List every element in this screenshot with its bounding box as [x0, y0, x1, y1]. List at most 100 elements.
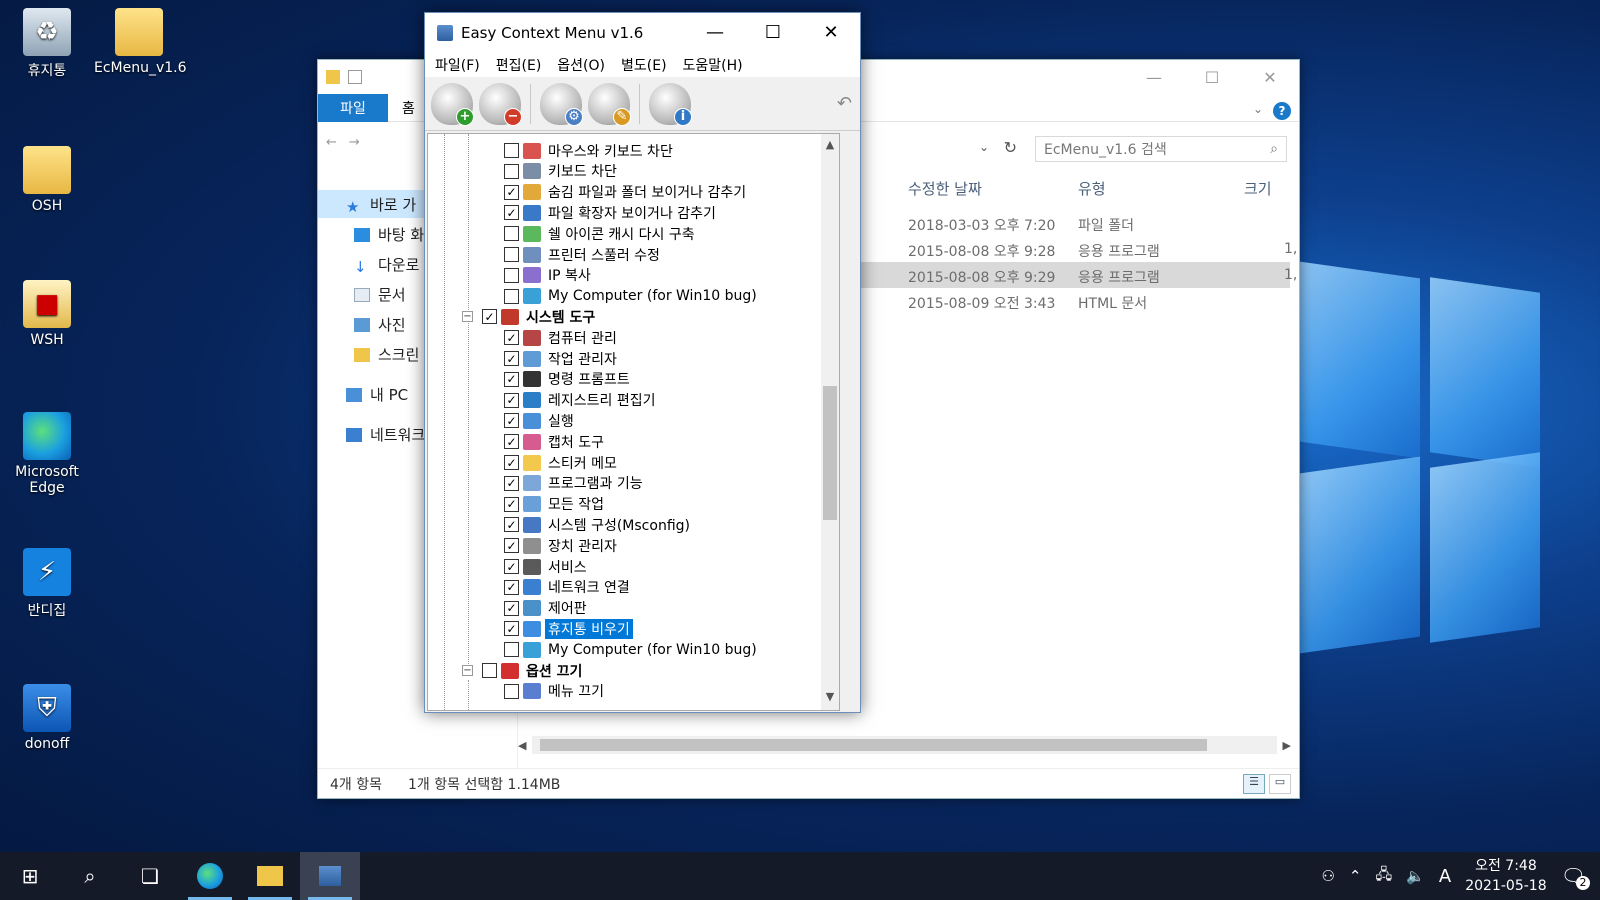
item-checkbox[interactable] [504, 267, 519, 283]
tree-item[interactable]: ✓ 네트워크 연결 [504, 577, 633, 598]
nav-item-quick-access[interactable]: ★ 바로 가 [346, 194, 416, 216]
item-checkbox[interactable] [504, 642, 519, 658]
tree-item[interactable]: ✓ 프로그램과 기능 [504, 473, 646, 494]
network-icon[interactable]: 🖧 [1375, 864, 1392, 889]
close-button[interactable]: ✕ [802, 13, 860, 51]
ecm-titlebar[interactable]: Easy Context Menu v1.6 — ☐ ✕ [425, 13, 860, 53]
item-checkbox[interactable]: ✓ [504, 434, 519, 450]
item-checkbox[interactable]: ✓ [504, 579, 519, 595]
tab-home[interactable]: 홈 [388, 98, 415, 118]
desktop-icon-edge[interactable]: Microsoft Edge [2, 412, 92, 496]
vertical-scrollbar[interactable]: ▲ ▼ [821, 134, 839, 710]
scroll-down-icon[interactable]: ▼ [821, 690, 839, 706]
tree-item[interactable]: My Computer (for Win10 bug) [504, 286, 760, 307]
item-checkbox[interactable] [504, 288, 519, 304]
ime-indicator[interactable]: A [1439, 866, 1451, 887]
maximize-button[interactable]: ☐ [1183, 60, 1241, 94]
maximize-button[interactable]: ☐ [744, 13, 802, 51]
item-checkbox[interactable]: ✓ [504, 455, 519, 470]
undo-icon[interactable]: ↶ [837, 93, 852, 114]
item-checkbox[interactable] [504, 247, 519, 262]
taskbar-edge[interactable] [180, 852, 240, 900]
nav-item-this-pc[interactable]: 내 PC [346, 384, 408, 405]
search-button[interactable]: ⌕ [60, 852, 120, 900]
chevron-down-icon[interactable]: ⌄ [1253, 102, 1263, 116]
start-button[interactable]: ⊞ [0, 852, 60, 900]
tree-item[interactable]: ✓ 파일 확장자 보이거나 감추기 [504, 202, 719, 223]
column-header-size[interactable]: 크기 [1244, 178, 1272, 199]
file-row[interactable]: 2015-08-08 오후 9:28 응용 프로그램 1, [858, 236, 1300, 262]
menu-extra[interactable]: 별도(E) [621, 55, 667, 75]
collapse-toggle[interactable]: − [462, 665, 473, 676]
remove-item-button[interactable]: − [479, 82, 522, 126]
item-checkbox[interactable]: ✓ [504, 184, 519, 200]
item-checkbox[interactable]: ✓ [504, 371, 519, 387]
desktop-icon-wsh[interactable]: ■ WSH [2, 280, 92, 348]
clock[interactable]: 오전 7:48 2021-05-18 [1465, 856, 1546, 896]
taskbar-easy-context-menu[interactable] [300, 852, 360, 900]
file-row[interactable]: 2015-08-09 오전 3:43 HTML 문서 [858, 288, 1300, 314]
item-checkbox[interactable] [504, 226, 519, 242]
back-arrow-icon[interactable]: ← [326, 135, 337, 150]
item-checkbox[interactable]: ✓ [482, 309, 497, 325]
tree-item[interactable]: 마우스와 키보드 차단 [504, 140, 676, 161]
desktop-icon-recycle-bin[interactable]: ♻ 휴지통 [2, 8, 92, 80]
tree-item[interactable]: ✓ 명령 프롬프트 [504, 369, 633, 390]
tree-item[interactable]: ✓ 모든 작업 [504, 494, 607, 515]
tree-item[interactable]: ✓ 숨김 파일과 폴더 보이거나 감추기 [504, 182, 749, 203]
item-checkbox[interactable]: ✓ [504, 351, 519, 366]
settings-button[interactable]: ⚙ [540, 82, 583, 126]
tree-item[interactable]: ✓ 스티커 메모 [504, 452, 620, 473]
menu-options[interactable]: 옵션(O) [557, 55, 605, 75]
item-checkbox[interactable]: ✓ [504, 413, 519, 429]
nav-item-downloads[interactable]: ↓ 다운로 [354, 254, 419, 276]
nav-item-documents[interactable]: 문서 [354, 284, 406, 305]
scroll-left-icon[interactable]: ◀ [518, 739, 526, 752]
about-button[interactable]: i [649, 82, 692, 126]
tab-file[interactable]: 파일 [318, 93, 388, 122]
notification-center-button[interactable]: 🗨 2 [1561, 864, 1590, 890]
add-item-button[interactable]: + [431, 82, 474, 126]
horizontal-scrollbar[interactable]: ◀ ▶ [518, 736, 1291, 754]
search-input[interactable]: EcMenu_v1.6 검색 ⌕ [1035, 136, 1287, 162]
item-checkbox[interactable]: ✓ [504, 559, 519, 574]
minimize-button[interactable]: — [686, 13, 744, 51]
item-checkbox[interactable]: ✓ [504, 538, 519, 554]
scroll-up-icon[interactable]: ▲ [821, 138, 839, 154]
task-view-button[interactable]: ❏ [120, 852, 180, 900]
tree-item[interactable]: ✓ 휴지통 비우기 [504, 617, 634, 640]
item-checkbox[interactable]: ✓ [504, 621, 519, 637]
item-checkbox[interactable]: ✓ [504, 392, 519, 408]
easy-context-menu-window[interactable]: Easy Context Menu v1.6 — ☐ ✕ 파일(F) 편집(E)… [424, 12, 861, 713]
large-icons-view-icon[interactable]: ▭ [1269, 774, 1291, 794]
tree-item[interactable]: 프린터 스풀러 수정 [504, 244, 663, 265]
column-header-type[interactable]: 유형 [1078, 178, 1106, 199]
tree-item[interactable]: ✓ 작업 관리자 [504, 348, 620, 369]
tree-item[interactable]: ✓ 컴퓨터 관리 [504, 327, 620, 348]
desktop-icon-bandizip[interactable]: ⚡ 반디집 [2, 548, 92, 620]
tree-item[interactable]: ✓ 레지스트리 편집기 [504, 390, 659, 411]
menu-edit[interactable]: 편집(E) [496, 55, 542, 75]
item-checkbox[interactable]: ✓ [504, 330, 519, 346]
tree-item[interactable]: ✓ 실행 [504, 410, 577, 431]
nav-item-desktop[interactable]: 바탕 화 [354, 224, 424, 245]
tree-item[interactable]: 메뉴 끄기 [504, 681, 607, 702]
menu-items-tree[interactable]: ▲ ▼ 마우스와 키보드 차단 키보드 차단 ✓ 숨김 파일과 폴더 보이거나 감추기… [427, 133, 840, 711]
item-checkbox[interactable] [504, 683, 519, 699]
desktop-icon-ecmenu-folder[interactable]: EcMenu_v1.6 [94, 8, 187, 76]
scroll-thumb[interactable] [540, 739, 1207, 751]
close-button[interactable]: ✕ [1241, 60, 1299, 94]
volume-icon[interactable]: 🔈 [1406, 867, 1425, 885]
file-row[interactable]: 2018-03-03 오후 7:20 파일 폴더 [858, 210, 1300, 236]
people-icon[interactable]: ⚇ [1321, 867, 1334, 885]
address-dropdown-icon[interactable]: ⌄ [979, 140, 989, 154]
item-checkbox[interactable] [504, 143, 519, 158]
item-checkbox[interactable] [504, 163, 519, 179]
tree-item[interactable]: 쉘 아이콘 캐시 다시 구축 [504, 223, 698, 244]
menu-file[interactable]: 파일(F) [435, 55, 480, 75]
item-checkbox[interactable]: ✓ [504, 205, 519, 221]
minimize-button[interactable]: — [1125, 60, 1183, 94]
scroll-right-icon[interactable]: ▶ [1283, 739, 1291, 752]
tree-item[interactable]: ✓ 장치 관리자 [504, 535, 620, 556]
desktop-icon-osh[interactable]: OSH [2, 146, 92, 214]
